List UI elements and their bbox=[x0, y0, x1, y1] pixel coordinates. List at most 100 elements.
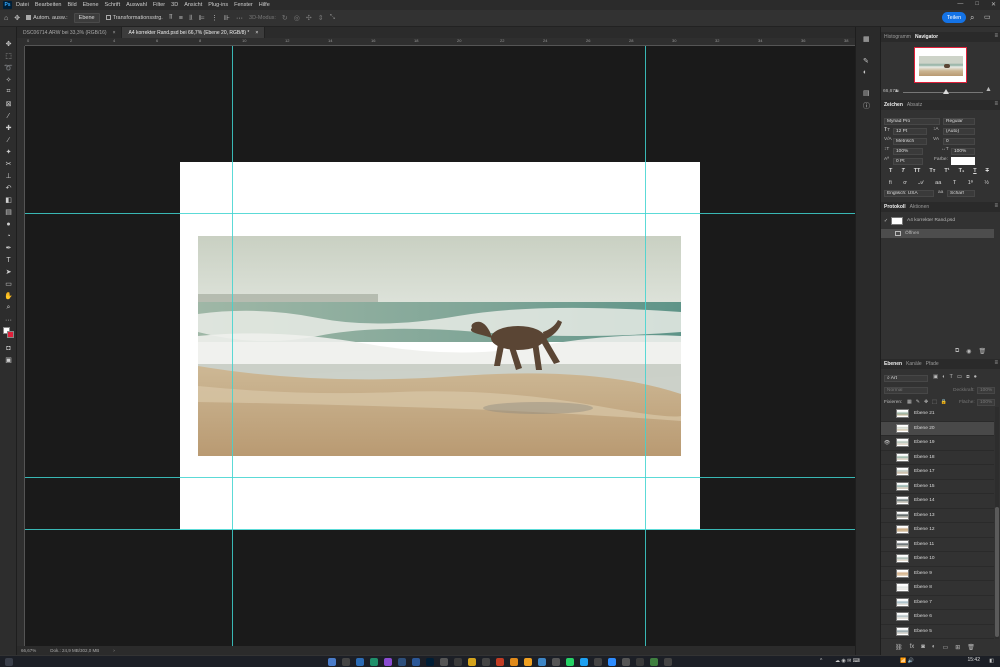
fractions-button[interactable]: ½ bbox=[984, 180, 989, 187]
layer-row[interactable]: 👁 Ebene 19 bbox=[881, 436, 994, 451]
tab-paragraph[interactable]: Absatz bbox=[907, 102, 922, 108]
menu-datei[interactable]: Datei bbox=[16, 2, 29, 8]
layer-row[interactable]: Ebene 6 bbox=[881, 610, 994, 625]
zoom-in-icon[interactable]: ▲ bbox=[985, 86, 992, 93]
layer-row[interactable]: Ebene 5 bbox=[881, 625, 994, 639]
lightroom-icon[interactable] bbox=[412, 658, 420, 666]
new-layer-icon[interactable]: ⊞ bbox=[955, 644, 960, 651]
new-snapshot-icon[interactable]: ◉ bbox=[966, 348, 971, 355]
dodge-tool-icon[interactable]: ◔ bbox=[2, 231, 15, 241]
zoom-slider-handle[interactable] bbox=[943, 89, 949, 94]
content-aware-move-tool-icon[interactable]: ✂ bbox=[2, 159, 15, 169]
layer-row[interactable]: Ebene 21 bbox=[881, 407, 994, 422]
history-step[interactable]: Öffnen bbox=[881, 229, 994, 238]
info-icon[interactable]: ⓘ bbox=[863, 101, 870, 111]
menu-plugins[interactable]: Plug-ins bbox=[208, 2, 228, 8]
tab-actions[interactable]: Aktionen bbox=[910, 204, 929, 210]
start-icon[interactable] bbox=[328, 658, 336, 666]
app-icon[interactable] bbox=[636, 658, 644, 666]
layer-row[interactable]: Ebene 8 bbox=[881, 581, 994, 596]
horizontal-scale-field[interactable]: 100% bbox=[951, 148, 975, 155]
tracking-field[interactable]: 0 bbox=[943, 138, 975, 145]
filter-smart-object-icon[interactable]: ⧈ bbox=[966, 374, 970, 381]
app-icon[interactable] bbox=[552, 658, 560, 666]
opacity-field[interactable]: 100% bbox=[977, 387, 995, 394]
photo-layer[interactable] bbox=[198, 236, 681, 456]
baseline-shift-field[interactable]: 0 Pt bbox=[893, 158, 923, 165]
more-options-icon[interactable]: ··· bbox=[236, 15, 243, 22]
move-tool-icon[interactable]: ✥ bbox=[14, 14, 20, 22]
small-caps-button[interactable]: Tт bbox=[929, 168, 935, 174]
home-icon[interactable]: ⌂ bbox=[4, 15, 8, 22]
zoom-out-icon[interactable]: ▴ bbox=[895, 87, 898, 94]
document-canvas[interactable] bbox=[180, 162, 700, 530]
layer-row[interactable]: Ebene 10 bbox=[881, 552, 994, 567]
align-middle-icon[interactable]: ≡ bbox=[179, 15, 183, 22]
3d-roll-icon[interactable]: ◎ bbox=[294, 14, 300, 22]
app-icon[interactable] bbox=[580, 658, 588, 666]
swash-button[interactable]: 𝒜 bbox=[918, 180, 923, 187]
hand-tool-icon[interactable]: ✋ bbox=[2, 291, 15, 301]
faux-bold-button[interactable]: T bbox=[889, 168, 892, 174]
minimize-button[interactable]: — bbox=[957, 1, 963, 8]
background-color-swatch[interactable] bbox=[7, 331, 14, 338]
tab-paths[interactable]: Pfade bbox=[926, 361, 939, 367]
new-document-from-state-icon[interactable]: ⧉ bbox=[955, 348, 959, 355]
properties-icon[interactable]: ▤ bbox=[863, 89, 870, 97]
app-icon[interactable] bbox=[538, 658, 546, 666]
panel-menu-icon[interactable]: ≡ bbox=[994, 360, 998, 366]
panel-menu-icon[interactable]: ≡ bbox=[994, 203, 998, 209]
workspace-icon[interactable]: ▭ bbox=[984, 13, 991, 21]
filter-pixel-icon[interactable]: ▣ bbox=[933, 374, 938, 381]
titling-button[interactable]: T bbox=[953, 180, 956, 187]
guide-vertical[interactable] bbox=[645, 46, 646, 646]
brush-tool-icon[interactable]: ∕ bbox=[2, 135, 15, 145]
align-top-icon[interactable]: ⫪ bbox=[169, 14, 173, 22]
path-selection-tool-icon[interactable]: ➤ bbox=[2, 267, 15, 277]
fill-field[interactable]: 100% bbox=[977, 399, 995, 406]
frame-tool-icon[interactable]: ⊠ bbox=[2, 99, 15, 109]
tab-a4-korrekter-rand[interactable]: A4 korrekter Rand.psd bei 66,7% (Ebene 2… bbox=[122, 27, 266, 38]
tray-icons[interactable]: ☁ ◉ ✉ ⌨ bbox=[835, 658, 860, 664]
close-tab-icon[interactable]: × bbox=[113, 30, 116, 36]
new-group-icon[interactable]: ▭ bbox=[943, 644, 949, 651]
old-style-button[interactable]: ơ bbox=[903, 180, 907, 187]
tab-dsc06714[interactable]: DSC06714.ARW bei 33,3% (RGB/16) × bbox=[17, 27, 123, 38]
ordinals-button[interactable]: 1ª bbox=[968, 180, 973, 187]
visibility-toggle-eye-icon[interactable]: 👁 bbox=[881, 440, 893, 446]
panel-menu-icon[interactable]: ≡ bbox=[994, 101, 998, 107]
app-icon[interactable] bbox=[440, 658, 448, 666]
app-icon[interactable] bbox=[622, 658, 630, 666]
layer-row[interactable]: Ebene 9 bbox=[881, 567, 994, 581]
screen-mode-icon[interactable]: ▣ bbox=[2, 355, 15, 365]
explorer-icon[interactable] bbox=[468, 658, 476, 666]
font-family-select[interactable]: Myriad Pro bbox=[884, 118, 940, 125]
filter-shape-icon[interactable]: ▭ bbox=[957, 374, 962, 381]
rectangle-tool-icon[interactable]: ▭ bbox=[2, 279, 15, 289]
crop-tool-icon[interactable]: ⌗ bbox=[2, 87, 15, 97]
status-arrow-icon[interactable]: › bbox=[113, 648, 115, 653]
delete-layer-icon[interactable]: 🗑 bbox=[967, 644, 975, 651]
blend-mode-select[interactable]: Normal bbox=[884, 387, 928, 394]
menu-bearbeiten[interactable]: Bearbeiten bbox=[35, 2, 62, 8]
text-color-swatch[interactable] bbox=[951, 157, 975, 165]
lock-artboard-icon[interactable]: ⬚ bbox=[932, 399, 937, 405]
stylistic-alternates-button[interactable]: aa bbox=[935, 180, 941, 187]
learn-icon[interactable]: ✎ bbox=[863, 57, 869, 65]
guide-horizontal[interactable] bbox=[25, 477, 855, 478]
libraries-icon[interactable]: ▦ bbox=[863, 35, 870, 43]
magic-wand-tool-icon[interactable]: ✧ bbox=[2, 75, 15, 85]
vertical-scale-field[interactable]: 100% bbox=[893, 148, 923, 155]
3d-rotate-icon[interactable]: ↻ bbox=[282, 14, 288, 22]
menu-fenster[interactable]: Fenster bbox=[234, 2, 253, 8]
layer-row[interactable]: Ebene 11 bbox=[881, 538, 994, 552]
menu-ebene[interactable]: Ebene bbox=[83, 2, 99, 8]
layer-row[interactable]: Ebene 17 bbox=[881, 465, 994, 480]
blur-tool-icon[interactable]: ● bbox=[2, 219, 15, 229]
leading-field[interactable]: (Auto) bbox=[943, 128, 975, 135]
app-icon[interactable] bbox=[524, 658, 532, 666]
guide-vertical[interactable] bbox=[232, 46, 233, 646]
taskbar-clock[interactable]: 15:42 bbox=[967, 657, 980, 663]
navigator-preview[interactable] bbox=[914, 47, 967, 83]
lock-all-icon[interactable]: 🔒 bbox=[941, 399, 947, 405]
